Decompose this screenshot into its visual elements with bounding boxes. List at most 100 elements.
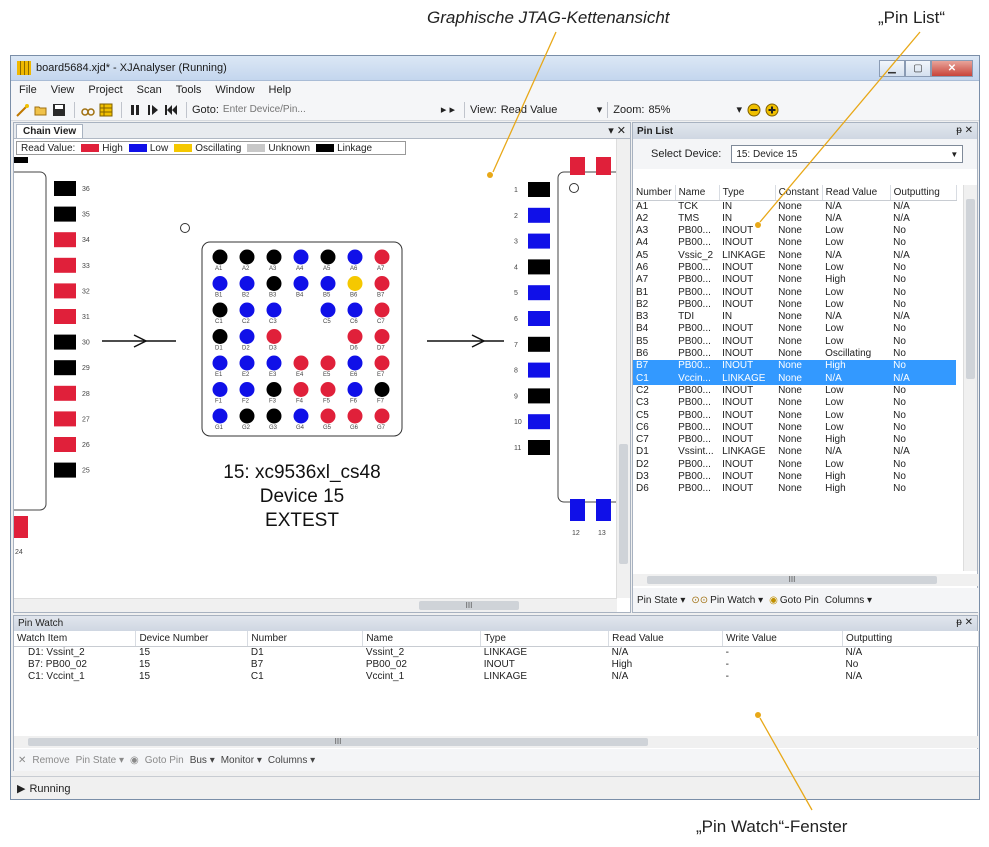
table-row[interactable]: C5 PB00... INOUT None Low No	[633, 410, 956, 422]
table-row[interactable]: B1 PB00... INOUT None Low No	[633, 287, 956, 299]
table-row[interactable]: A2 TMS IN None N/A N/A	[633, 213, 956, 225]
view-select[interactable]: Read Value ▾	[501, 103, 603, 117]
pin-state-button[interactable]: Pin State ▾	[76, 755, 124, 766]
table-row[interactable]: A1 TCK IN None N/A N/A	[633, 200, 956, 213]
tab-chain-view[interactable]: Chain View	[16, 124, 84, 138]
pin-state-button[interactable]: Pin State ▾	[637, 595, 685, 606]
table-row[interactable]: B3 TDI IN None N/A N/A	[633, 311, 956, 323]
table-row[interactable]: C2 PB00... INOUT None Low No	[633, 385, 956, 397]
table-cell: None	[778, 409, 802, 421]
menu-help[interactable]: Help	[269, 84, 292, 96]
pin-list-column-header[interactable]: Name	[675, 185, 720, 201]
menu-file[interactable]: File	[19, 84, 37, 96]
pin-watch-column-header[interactable]: Name	[362, 631, 482, 647]
table-cell: PB00_02	[365, 658, 407, 670]
table-row[interactable]: C1 Vccin... LINKAGE None N/A N/A	[633, 372, 957, 385]
zoom-select[interactable]: 85% ▾	[648, 103, 742, 117]
goto-pin-button[interactable]: Goto Pin	[145, 755, 184, 766]
table-row[interactable]: C7 PB00... INOUT None High No	[633, 434, 956, 446]
goto-arrows[interactable]: ▸ ▸	[441, 103, 455, 116]
table-row[interactable]: B7: PB00_02 15 B7 PB00_02 INOUT High - No	[14, 659, 979, 671]
pin-watch-column-header[interactable]: Type	[480, 631, 610, 647]
pin-list-horizontal-scrollbar[interactable]: III	[633, 574, 979, 586]
chain-vscroll-thumb[interactable]	[619, 444, 628, 564]
zoom-in-icon[interactable]	[764, 102, 780, 118]
table-row[interactable]: C3 PB00... INOUT None Low No	[633, 397, 956, 409]
columns-button[interactable]: Columns ▾	[825, 595, 872, 606]
table-row[interactable]: D2 PB00... INOUT None Low No	[633, 459, 956, 471]
ball-E5	[320, 355, 336, 371]
table-row[interactable]: A6 PB00... INOUT None Low No	[633, 262, 956, 274]
table-row[interactable]: A4 PB00... INOUT None Low No	[633, 237, 956, 249]
table-row[interactable]: C6 PB00... INOUT None Low No	[633, 422, 956, 434]
bus-button[interactable]: Bus ▾	[190, 755, 215, 766]
table-cell: None	[778, 225, 802, 237]
pin-watch-controls[interactable]: ᵽ ✕	[956, 617, 973, 628]
table-row[interactable]: A7 PB00... INOUT None High No	[633, 274, 956, 286]
pin-list-controls[interactable]: ᵽ ✕	[956, 125, 973, 136]
rewind-icon[interactable]	[163, 102, 179, 118]
pin-list-column-header[interactable]: Read Value	[822, 185, 891, 201]
ball-label: A7	[377, 266, 385, 272]
pin-watch-column-header[interactable]: Number	[247, 631, 364, 647]
pin-watch-column-header[interactable]: Outputting	[842, 631, 979, 647]
table-row[interactable]: A5 Vssic_2 LINKAGE None N/A N/A	[633, 250, 956, 262]
menu-view[interactable]: View	[51, 84, 75, 96]
pin-list-vertical-scrollbar[interactable]	[963, 185, 977, 571]
pin-watch-hscroll-thumb[interactable]: III	[28, 738, 648, 746]
right-pin-8	[528, 362, 550, 378]
minimize-button[interactable]: ▁	[879, 59, 905, 77]
chain-view-controls[interactable]: ▾ ✕	[608, 124, 626, 137]
columns-button[interactable]: Columns ▾	[268, 755, 315, 766]
chain-canvas[interactable]: 36 35 34 33 32 31 30 29 28 27 26 25 24 A1 A2 A3 A4 A5 A6 A7…	[14, 157, 617, 589]
table-row[interactable]: A3 PB00... INOUT None Low No	[633, 225, 956, 237]
table-row[interactable]: B7 PB00... INOUT None High No	[633, 360, 957, 373]
step-icon[interactable]	[145, 102, 161, 118]
menu-tools[interactable]: Tools	[176, 84, 202, 96]
table-cell: PB00...	[678, 434, 711, 446]
pin-list-column-header[interactable]: Number	[633, 185, 676, 201]
pin-list-vscroll-thumb[interactable]	[966, 199, 975, 379]
table-row[interactable]: B4 PB00... INOUT None Low No	[633, 323, 956, 335]
table-row[interactable]: D1 Vssint... LINKAGE None N/A N/A	[633, 446, 956, 458]
close-button[interactable]: ✕	[931, 59, 973, 77]
pin-list-column-header[interactable]: Outputting	[890, 185, 957, 201]
table-row[interactable]: B6 PB00... INOUT None Oscillating No	[633, 348, 956, 360]
menu-scan[interactable]: Scan	[137, 84, 162, 96]
goto-input[interactable]	[222, 101, 383, 118]
chain-hscroll-thumb[interactable]: III	[419, 601, 519, 610]
pin-watch-button[interactable]: Pin Watch ▾	[710, 595, 763, 606]
ball-label: D3	[269, 346, 277, 352]
chain-vertical-scrollbar[interactable]	[616, 139, 630, 598]
table-row[interactable]: D1: Vssint_2 15 D1 Vssint_2 LINKAGE N/A - N/A	[14, 646, 979, 659]
pin-watch-column-header[interactable]: Read Value	[608, 631, 724, 647]
pin-watch-horizontal-scrollbar[interactable]: III	[14, 736, 979, 748]
legend-linkage: Linkage	[337, 142, 373, 154]
wand-icon[interactable]	[15, 102, 31, 118]
pin-list-column-header[interactable]: Type	[719, 185, 776, 201]
table-row[interactable]: B2 PB00... INOUT None Low No	[633, 299, 956, 311]
maximize-button[interactable]: ▢	[905, 59, 931, 77]
save-icon[interactable]	[51, 102, 67, 118]
remove-button[interactable]: Remove	[32, 755, 69, 766]
menu-window[interactable]: Window	[215, 84, 254, 96]
table-row[interactable]: C1: Vccint_1 15 C1 Vccint_1 LINKAGE N/A - N/A	[14, 671, 979, 683]
grid-icon[interactable]	[98, 102, 114, 118]
select-device-dropdown[interactable]: 15: Device 15 ▼	[731, 145, 964, 163]
pin-list-column-header[interactable]: Constant	[775, 185, 823, 201]
pin-list-hscroll-thumb[interactable]: III	[647, 576, 937, 584]
menu-project[interactable]: Project	[88, 84, 122, 96]
open-folder-icon[interactable]	[33, 102, 49, 118]
zoom-out-icon[interactable]	[746, 102, 762, 118]
pin-watch-column-header[interactable]: Device Number	[135, 631, 249, 647]
monitor-button[interactable]: Monitor ▾	[221, 755, 262, 766]
chain-horizontal-scrollbar[interactable]: III	[14, 598, 617, 612]
table-row[interactable]: D3 PB00... INOUT None High No	[633, 471, 956, 483]
binoculars-icon[interactable]	[80, 102, 96, 118]
table-row[interactable]: D6 PB00... INOUT None High No	[633, 483, 956, 495]
pin-watch-column-header[interactable]: Watch Item	[14, 631, 137, 647]
pin-watch-column-header[interactable]: Write Value	[722, 631, 844, 647]
table-row[interactable]: B5 PB00... INOUT None Low No	[633, 336, 956, 348]
pause-icon[interactable]	[127, 102, 143, 118]
goto-pin-button[interactable]: Goto Pin	[780, 595, 819, 606]
